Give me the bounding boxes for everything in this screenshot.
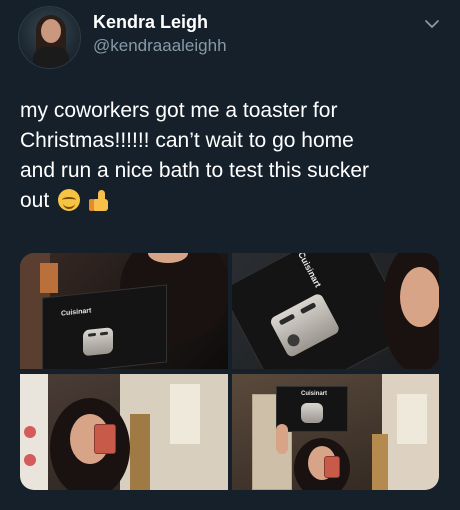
media-grid: Cuisinart Cuisinart Cuisinart [20, 253, 439, 490]
box-brand-label: Cuisinart [61, 307, 92, 318]
photo-box-closeup[interactable]: Cuisinart [232, 253, 439, 369]
author-name[interactable]: Kendra Leigh [93, 12, 208, 33]
tweet-text-line: out [20, 189, 50, 212]
tweet-text: my coworkers got me a toaster for Christ… [20, 96, 445, 216]
box-brand-label: Cuisinart [301, 391, 328, 397]
author-handle[interactable]: @kendraaaleighh [93, 36, 227, 56]
tweet-text-line: Christmas!!!!!! can’t wait to go home [20, 129, 354, 152]
box-brand-label: Cuisinart [296, 253, 324, 290]
photo-box-held[interactable]: Cuisinart [20, 253, 228, 369]
tweet-text-line: my coworkers got me a toaster for [20, 99, 338, 122]
tweet-text-line-last: out [20, 186, 445, 216]
photo-mirror-selfie-2[interactable]: Cuisinart [232, 374, 439, 490]
chevron-down-icon[interactable] [422, 14, 442, 34]
tweet-header: Kendra Leigh @kendraaaleighh [18, 6, 448, 69]
smiling-blush-emoji-icon [58, 189, 81, 211]
avatar[interactable] [18, 6, 81, 69]
photo-mirror-selfie-1[interactable] [20, 374, 228, 490]
thumbs-up-emoji-icon [88, 189, 111, 211]
tweet-text-line: and run a nice bath to test this sucker [20, 159, 370, 182]
